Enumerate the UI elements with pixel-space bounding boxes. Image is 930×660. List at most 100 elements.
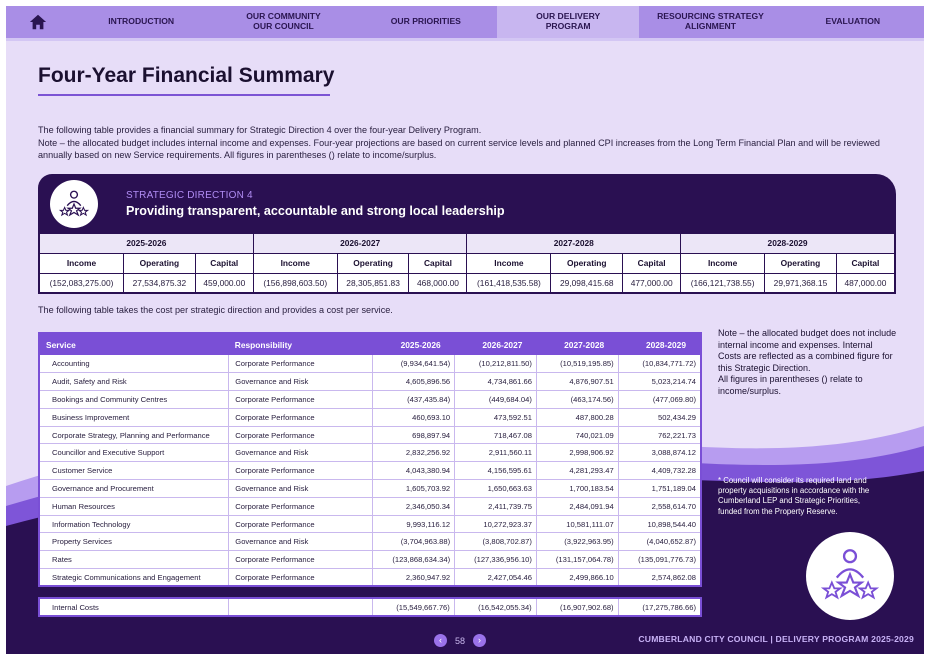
service-cell: Human Resources [39, 497, 230, 516]
amount-cell: (477,069.80) [618, 390, 702, 409]
capital-value: 459,000.00 [194, 272, 254, 294]
amount-cell: (10,212,811.50) [454, 355, 537, 374]
page-number: 58 [455, 635, 466, 646]
amount-cell: 1,700,183.54 [536, 479, 619, 498]
year-header-row: 2025-2026 2026-2027 2027-2028 2028-2029 [38, 232, 896, 254]
responsibility-header: Responsibility [228, 333, 373, 355]
income-value: (166,121,738.55) [680, 272, 766, 294]
year-header: 2028-2029 [618, 333, 701, 355]
home-icon [29, 14, 47, 30]
service-cell: Information Technology [39, 515, 230, 534]
amount-cell: (15,549,667.76) [372, 598, 455, 616]
tab-resourcing-strategy[interactable]: RESOURCING STRATEGY ALIGNMENT [639, 6, 781, 38]
responsibility-cell: Corporate Performance [228, 515, 374, 534]
amount-cell: (463,174.56) [536, 390, 619, 409]
income-header: Income [466, 252, 552, 274]
operating-value: 28,305,851.83 [336, 272, 410, 294]
service-cell: Strategic Communications and Engagement [39, 568, 230, 587]
tab-our-community[interactable]: OUR COMMUNITY OUR COUNCIL [212, 6, 354, 38]
amount-cell: 698,897.94 [372, 426, 456, 445]
year-header: 2027-2028 [536, 333, 619, 355]
responsibility-cell: Corporate Performance [228, 426, 374, 445]
service-header: Service [39, 333, 229, 355]
responsibility-cell: Governance and Risk [228, 532, 374, 552]
income-header: Income [252, 252, 338, 274]
capital-value: 468,000.00 [408, 272, 468, 294]
amount-cell: (449,684.04) [454, 390, 537, 409]
operating-value: 29,098,415.68 [550, 272, 624, 294]
footer-text: CUMBERLAND CITY COUNCIL | DELIVERY PROGR… [638, 634, 914, 644]
operating-header: Operating [764, 252, 837, 274]
operating-header: Operating [550, 252, 624, 274]
next-page-button[interactable]: › [473, 634, 487, 647]
tab-introduction[interactable]: INTRODUCTION [70, 6, 212, 38]
amount-cell: (127,336,956.10) [454, 550, 537, 570]
table-row: Rates Corporate Performance (123,868,634.3… [39, 550, 702, 570]
amount-cell: 718,467.08 [454, 426, 537, 445]
amount-cell: 2,360,947.92 [372, 568, 456, 587]
responsibility-cell [228, 598, 373, 616]
service-header-row: Service Responsibility 2025-2026 2026-20… [39, 333, 701, 355]
service-cell: Internal Costs [39, 598, 229, 616]
leadership-stars-icon [820, 549, 880, 600]
capital-header: Capital [408, 252, 468, 274]
responsibility-cell: Corporate Performance [228, 550, 374, 570]
amount-cell: (10,519,195.85) [536, 355, 619, 374]
amount-cell: 2,427,054.46 [454, 568, 537, 587]
title-underline [38, 94, 330, 96]
tab-our-priorities[interactable]: OUR PRIORITIES [355, 6, 497, 38]
amount-cell: (135,091,776.73) [618, 550, 702, 570]
amount-cell: 2,911,560.11 [454, 443, 537, 463]
amount-cell: 4,281,293.47 [536, 461, 619, 481]
property-note: * Council will consider its required lan… [718, 476, 870, 516]
strategic-direction-banner [38, 174, 896, 232]
page-title: Four-Year Financial Summary [38, 64, 335, 87]
responsibility-cell: Governance and Risk [228, 479, 374, 498]
responsibility-cell: Corporate Performance [228, 390, 374, 409]
year-header: 2027-2028 [466, 232, 682, 254]
table-row: Information Technology Corporate Performa… [39, 515, 702, 534]
table-row: Corporate Strategy, Planning and Perform… [39, 426, 702, 445]
amount-cell: 2,832,256.92 [372, 443, 456, 463]
amount-cell: (437,435.84) [372, 390, 456, 409]
amount-cell: (3,808,702.87) [454, 532, 537, 552]
amount-cell: (9,934,641.54) [372, 355, 456, 374]
capital-header: Capital [622, 252, 682, 274]
income-value: (161,418,535.58) [466, 272, 552, 294]
service-cell: Customer Service [39, 461, 230, 481]
tab-our-delivery-program[interactable]: OUR DELIVERY PROGRAM [496, 6, 640, 38]
table-row: Accounting Corporate Performance (9,934,64… [39, 355, 702, 374]
amount-cell: 2,346,050.34 [372, 497, 456, 516]
intro-line-2: Note – the allocated budget includes int… [38, 137, 880, 161]
table-row: Human Resources Corporate Performance 2,34… [39, 497, 702, 516]
top-nav: INTRODUCTION OUR COMMUNITY OUR COUNCIL O… [6, 6, 924, 38]
tab-evaluation[interactable]: EVALUATION [782, 6, 924, 38]
responsibility-cell: Corporate Performance [228, 568, 374, 587]
amount-cell: 1,751,189.04 [618, 479, 702, 498]
table-row: Bookings and Community Centres Corporate … [39, 390, 702, 409]
amount-cell: 460,693.10 [372, 408, 456, 427]
service-cell: Audit, Safety and Risk [39, 372, 230, 392]
strategic-direction-title: Providing transparent, accountable and s… [126, 204, 505, 218]
operating-value: 29,971,368.15 [764, 272, 837, 294]
home-button[interactable] [6, 6, 70, 38]
table-row: Councillor and Executive Support Governan… [39, 443, 702, 463]
capital-header: Capital [194, 252, 254, 274]
income-header: Income [38, 252, 124, 274]
amount-cell: 2,484,091.94 [536, 497, 619, 516]
amount-cell: 5,023,214.74 [618, 372, 702, 392]
amount-cell: (4,040,652.87) [618, 532, 702, 552]
amount-cell: 2,998,906.92 [536, 443, 619, 463]
amount-cell: 4,876,907.51 [536, 372, 619, 392]
service-cell: Bookings and Community Centres [39, 390, 230, 409]
table-row: Strategic Communications and Engagement C… [39, 568, 702, 587]
responsibility-cell: Corporate Performance [228, 497, 374, 516]
prev-page-button[interactable]: ‹ [434, 634, 447, 647]
amount-cell: 487,800.28 [536, 408, 619, 427]
service-cell: Governance and Procurement [39, 479, 230, 498]
responsibility-cell: Corporate Performance [228, 355, 374, 374]
amount-cell: 473,592.51 [454, 408, 537, 427]
amount-cell: 9,993,116.12 [372, 515, 456, 534]
amount-cell: 1,650,663.63 [454, 479, 537, 498]
table-row: Business Improvement Corporate Performanc… [39, 408, 702, 427]
